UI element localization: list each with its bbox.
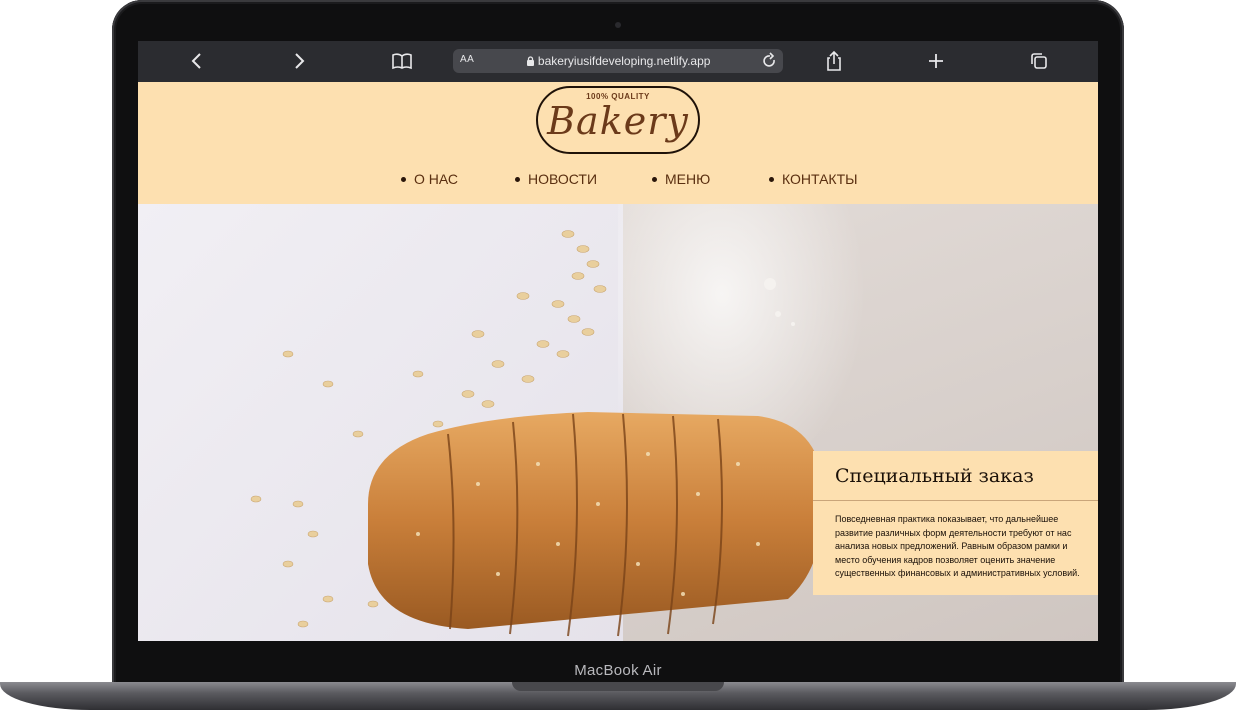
logo-wordmark: Bakery	[547, 99, 689, 143]
special-order-card: Специальный заказ Повседневная практика …	[813, 451, 1098, 595]
url-label: bakeryiusifdeveloping.netlify.app	[537, 54, 711, 68]
browser-toolbar: AA bakeryiusifdeveloping.netlify.app	[138, 41, 1098, 82]
lock-icon	[526, 54, 538, 68]
divider	[813, 500, 1098, 501]
laptop-notch	[512, 682, 724, 691]
nav-item-about[interactable]: О НАС	[401, 171, 458, 187]
bullet-icon	[515, 176, 520, 182]
url-text: bakeryiusifdeveloping.netlify.app	[453, 54, 783, 68]
address-bar[interactable]: AA bakeryiusifdeveloping.netlify.app	[453, 49, 783, 73]
tabs-icon[interactable]	[1027, 49, 1051, 73]
site-header: 100% QUALITY Bakery О НАС НОВОСТИ МЕНЮ К…	[138, 82, 1098, 204]
bakery-logo[interactable]: 100% QUALITY Bakery	[536, 86, 700, 154]
plus-icon[interactable]	[924, 49, 948, 73]
nav-item-contacts[interactable]: КОНТАКТЫ	[769, 171, 858, 187]
special-order-title: Специальный заказ	[835, 465, 1034, 487]
share-icon[interactable]	[822, 49, 846, 73]
forward-icon[interactable]	[287, 49, 311, 73]
nav-item-label: О НАС	[414, 171, 459, 187]
special-order-text: Повседневная практика показывает, что да…	[835, 514, 1080, 578]
nav-item-news[interactable]: НОВОСТИ	[515, 171, 597, 187]
screen: AA bakeryiusifdeveloping.netlify.app 100…	[138, 41, 1098, 641]
nav-item-label: МЕНЮ	[665, 171, 711, 187]
bullet-icon	[652, 176, 657, 182]
nav-item-label: КОНТАКТЫ	[782, 171, 858, 187]
nav-item-menu[interactable]: МЕНЮ	[652, 171, 710, 187]
back-icon[interactable]	[185, 49, 209, 73]
hero-banner: Специальный заказ Повседневная практика …	[138, 204, 1098, 641]
nav-item-label: НОВОСТИ	[528, 171, 598, 187]
reload-icon[interactable]	[761, 51, 777, 76]
bullet-icon	[401, 176, 406, 182]
main-nav: О НАС НОВОСТИ МЕНЮ КОНТАКТЫ	[138, 171, 1098, 193]
book-icon[interactable]	[390, 49, 414, 73]
camera	[615, 22, 621, 28]
device-label: MacBook Air	[574, 662, 662, 679]
bullet-icon	[769, 176, 774, 182]
